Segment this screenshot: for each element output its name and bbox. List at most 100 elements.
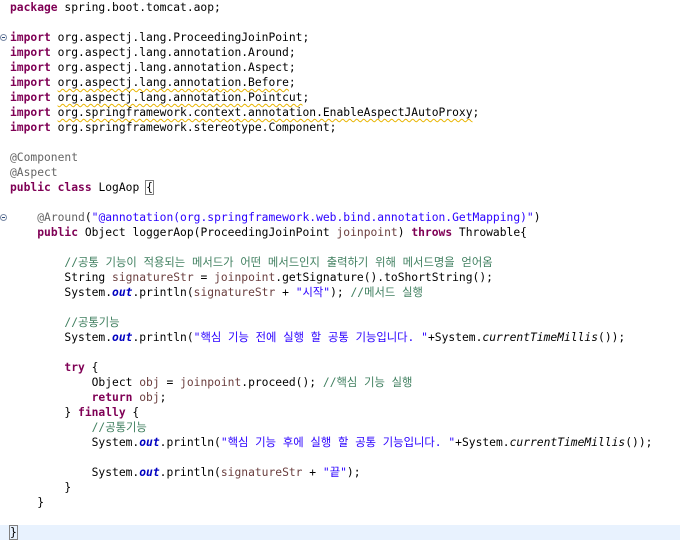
code-token: public (10, 181, 51, 194)
code-line[interactable]: public Object loggerAop(ProceedingJoinPo… (0, 225, 680, 240)
code-line[interactable]: import org.aspectj.lang.annotation.Aspec… (0, 60, 680, 75)
code-token: System. (10, 331, 113, 344)
code-line[interactable]: } (0, 525, 680, 540)
code-token: org.springframework.context.annotation.E… (57, 106, 473, 119)
code-line[interactable]: @Around("@annotation(org.springframework… (0, 210, 680, 225)
code-token: org.aspectj.lang.annotation.Aspect; (50, 61, 296, 74)
code-line[interactable]: System.out.println(signatureStr + "시작");… (0, 285, 680, 300)
code-line[interactable]: @Aspect (0, 165, 680, 180)
code-text: package spring.boot.tomcat.aop; (10, 0, 221, 15)
code-token: joinpoint (180, 376, 242, 389)
code-token: org.aspectj.lang.annotation.Before (57, 76, 289, 89)
code-token: @Around (37, 211, 85, 224)
code-token: import (10, 91, 51, 104)
code-line[interactable]: //공통 기능이 적용되는 메서드가 어떤 메서드인지 출력하기 위해 메서드명… (0, 255, 680, 270)
code-line[interactable]: import org.springframework.context.annot… (0, 105, 680, 120)
code-token: System. (10, 466, 140, 479)
code-line[interactable]: import org.aspectj.lang.annotation.Point… (0, 90, 680, 105)
code-token: //공통 기능이 적용되는 메서드가 어떤 메서드인지 출력하기 위해 메서드명… (64, 256, 493, 269)
code-text: import org.aspectj.lang.annotation.Aspec… (10, 60, 296, 75)
code-text: //공통기능 (10, 315, 120, 330)
code-text: @Component (10, 150, 78, 165)
code-token: spring.boot.tomcat.aop; (57, 1, 221, 14)
code-text: System.out.println("핵심 기능 전에 실행 할 공통 기능입… (10, 330, 625, 345)
code-token: ); (330, 286, 351, 299)
code-line[interactable]: Object obj = joinpoint.proceed(); //핵심 기… (0, 375, 680, 390)
code-token: //메서드 실행 (350, 286, 423, 299)
code-token: { (84, 361, 99, 374)
code-token: ( (84, 211, 92, 224)
code-token: Object loggerAop(ProceedingJoinPoint (78, 226, 337, 239)
code-token: "시작" (295, 286, 331, 299)
code-token: System. (10, 286, 113, 299)
code-editor[interactable]: package spring.boot.tomcat.aop; import or… (0, 0, 680, 555)
code-line[interactable]: //공통기능 (0, 420, 680, 435)
code-line[interactable]: package spring.boot.tomcat.aop; (0, 0, 680, 15)
code-text: import org.aspectj.lang.annotation.Point… (10, 90, 309, 105)
code-token: } (10, 406, 79, 419)
code-token: String (10, 271, 113, 284)
code-token: .println( (132, 286, 194, 299)
code-line[interactable]: } (0, 495, 680, 510)
code-token: currentTimeMillis (509, 436, 626, 449)
code-token: ) (533, 211, 541, 224)
code-line[interactable] (0, 300, 680, 315)
code-text: import org.aspectj.lang.annotation.Befor… (10, 75, 296, 90)
code-token: return (91, 391, 133, 404)
code-line[interactable]: System.out.println(signatureStr + "끝"); (0, 465, 680, 480)
code-text: try { (10, 360, 98, 375)
code-line[interactable]: @Component (0, 150, 680, 165)
code-line[interactable] (0, 510, 680, 525)
code-token: { (125, 406, 140, 419)
code-text: public Object loggerAop(ProceedingJoinPo… (10, 225, 527, 240)
code-line[interactable]: import org.springframework.stereotype.Co… (0, 120, 680, 135)
code-token: } (10, 481, 72, 494)
code-token: + (302, 466, 323, 479)
code-text: } (10, 495, 44, 510)
code-line[interactable] (0, 15, 680, 30)
code-line[interactable] (0, 345, 680, 360)
code-line[interactable] (0, 135, 680, 150)
code-line[interactable]: System.out.println("핵심 기능 후에 실행 할 공통 기능입… (0, 435, 680, 450)
code-token: out (139, 466, 160, 479)
code-line[interactable]: return obj; (0, 390, 680, 405)
code-line[interactable]: import org.aspectj.lang.annotation.Befor… (0, 75, 680, 90)
code-token: //공통기능 (64, 316, 120, 329)
code-line[interactable]: } finally { (0, 405, 680, 420)
code-line[interactable] (0, 450, 680, 465)
code-line[interactable] (0, 540, 680, 555)
code-token: ); (346, 466, 361, 479)
code-token: //핵심 기능 실행 (322, 376, 413, 389)
code-token: @Component (10, 151, 79, 164)
code-token: out (112, 286, 133, 299)
code-line[interactable] (0, 195, 680, 210)
code-line[interactable]: String signatureStr = joinpoint.getSigna… (0, 270, 680, 285)
code-token: ; (288, 76, 296, 89)
code-line[interactable]: try { (0, 360, 680, 375)
code-token: +System. (455, 436, 510, 449)
code-token: try (64, 361, 85, 374)
code-line[interactable]: } (0, 480, 680, 495)
code-line[interactable]: import org.aspectj.lang.ProceedingJoinPo… (0, 30, 680, 45)
code-token: ()); (625, 436, 653, 449)
code-line[interactable] (0, 240, 680, 255)
code-token: .println( (132, 331, 194, 344)
code-line[interactable]: System.out.println("핵심 기능 전에 실행 할 공통 기능입… (0, 330, 680, 345)
code-text: @Around("@annotation(org.springframework… (10, 210, 541, 225)
code-token: ; (302, 91, 310, 104)
code-token: //공통기능 (91, 421, 147, 434)
code-token: finally (78, 406, 126, 419)
code-line[interactable]: public class LogAop { (0, 180, 680, 195)
code-line[interactable]: import org.aspectj.lang.annotation.Aroun… (0, 45, 680, 60)
collapse-fold-icon[interactable] (0, 213, 7, 222)
code-text: @Aspect (10, 165, 58, 180)
collapse-fold-icon[interactable] (0, 33, 7, 42)
code-line[interactable]: //공통기능 (0, 315, 680, 330)
